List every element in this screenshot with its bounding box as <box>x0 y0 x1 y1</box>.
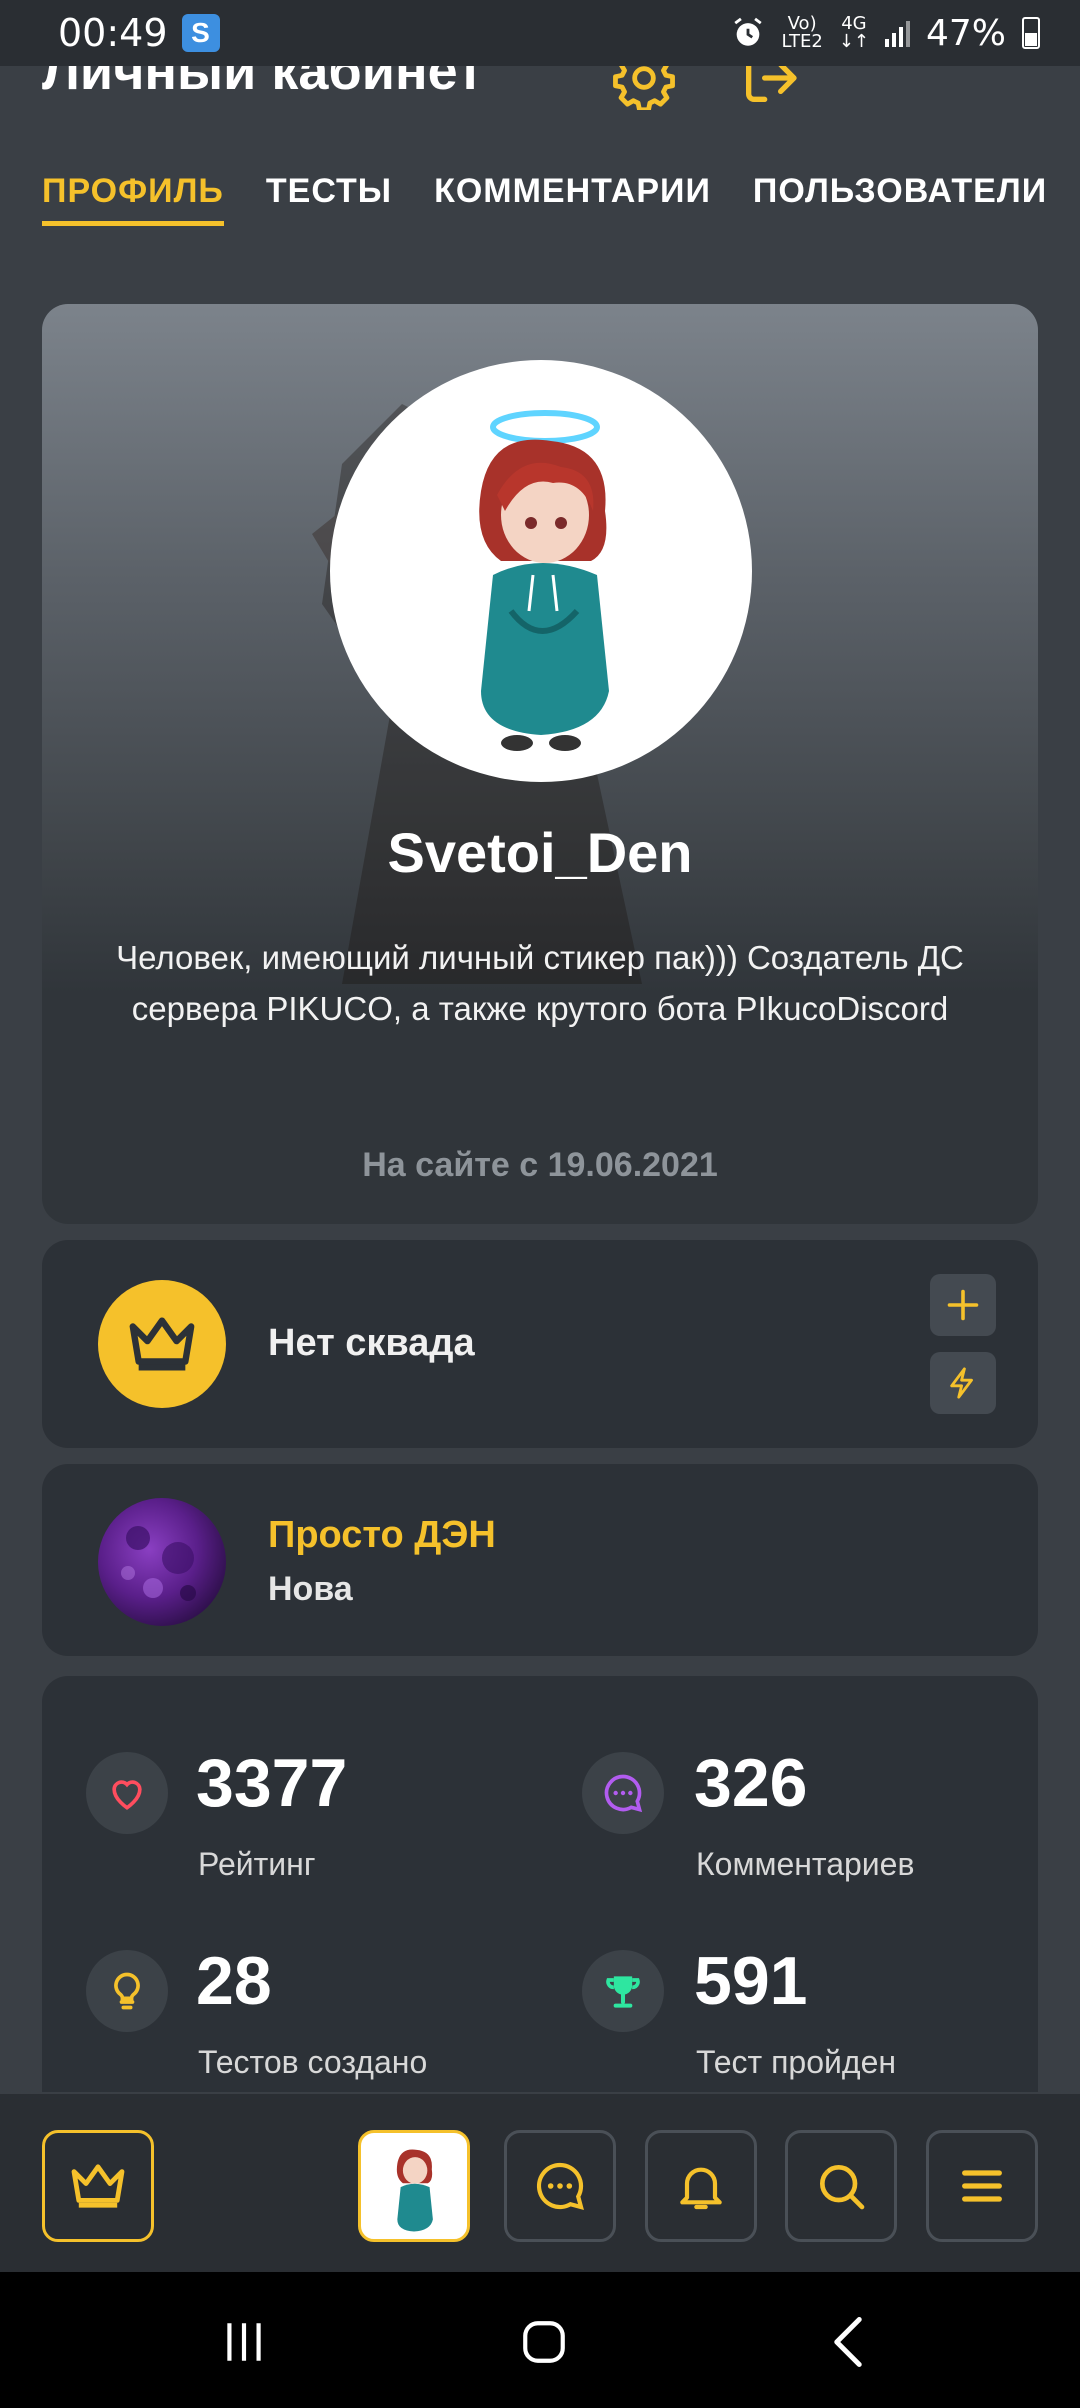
stats-card: 3377 Рейтинг 326 Комментариев 28 Тестов … <box>42 1676 1038 2096</box>
battery-icon <box>1022 17 1040 49</box>
nav-chat-button[interactable] <box>504 2130 616 2242</box>
tests-created-label: Тестов создано <box>198 2044 428 2080</box>
squad-crown-icon <box>98 1280 226 1408</box>
profile-username: Svetoi_Den <box>387 821 693 884</box>
alarm-icon <box>734 17 763 46</box>
trophy-icon <box>582 1950 664 2032</box>
system-navigation-bar <box>0 2272 1080 2408</box>
avatar-illustration <box>479 410 609 751</box>
heart-icon <box>86 1752 168 1834</box>
status-time: 00:49 <box>58 11 168 55</box>
rank-avatar <box>98 1498 226 1626</box>
bottom-navigation <box>0 2092 1080 2272</box>
profile-card: Svetoi_Den Человек, имеющий личный стике… <box>42 304 1038 1224</box>
avatar-thumbnail <box>396 2149 433 2232</box>
tests-created-value: 28 <box>196 1943 272 2019</box>
profile-avatar[interactable] <box>330 360 752 782</box>
member-since: На сайте с 19.06.2021 <box>362 1146 718 1184</box>
app-notification-icon: S <box>181 14 220 52</box>
home-icon <box>523 2321 565 2363</box>
home-button[interactable] <box>514 2312 574 2372</box>
rank-subtitle: Нова <box>268 1570 353 1608</box>
nav-profile-button[interactable] <box>358 2130 470 2242</box>
signal-icon <box>884 19 910 47</box>
status-indicators: Vo) LTE2 4G ↓↑ 47% <box>731 13 1040 54</box>
tab-bar: ПРОФИЛЬ ТЕСТЫ КОММЕНТАРИИ ПОЛЬЗОВАТЕЛИ <box>42 172 1047 226</box>
squad-card: Нет сквада <box>42 1240 1038 1448</box>
plus-icon <box>947 1289 979 1321</box>
rank-card[interactable]: Просто ДЭН Нова <box>42 1464 1038 1656</box>
lightning-icon <box>950 1367 973 1399</box>
profile-bio: Человек, имеющий личный стикер пак))) Со… <box>116 939 964 1027</box>
join-squad-button[interactable] <box>930 1352 996 1414</box>
tests-passed-label: Тест пройден <box>696 2044 897 2080</box>
nav-home-button[interactable] <box>42 2130 154 2242</box>
rating-value: 3377 <box>196 1745 348 1821</box>
tab-comments[interactable]: КОММЕНТАРИИ <box>434 172 711 226</box>
back-button[interactable] <box>818 2312 878 2372</box>
nav-search-button[interactable] <box>785 2130 897 2242</box>
create-squad-button[interactable] <box>930 1274 996 1336</box>
chat-icon <box>536 2162 584 2210</box>
lightbulb-icon <box>86 1950 168 2032</box>
hamburger-menu-icon <box>962 2170 1002 2202</box>
search-icon <box>820 2165 865 2210</box>
nav-notifications-button[interactable] <box>645 2130 757 2242</box>
tests-passed-value: 591 <box>694 1943 808 2019</box>
battery-percent: 47% <box>925 12 1006 54</box>
squad-status: Нет сквада <box>268 1322 475 1364</box>
recent-apps-button[interactable] <box>214 2312 274 2372</box>
tab-profile[interactable]: ПРОФИЛЬ <box>42 172 224 226</box>
tab-users[interactable]: ПОЛЬЗОВАТЕЛИ <box>753 172 1047 226</box>
nav-menu-button[interactable] <box>926 2130 1038 2242</box>
crown-icon <box>71 2164 125 2208</box>
volte-indicator: Vo) LTE2 <box>781 13 823 52</box>
back-icon <box>834 2317 862 2367</box>
rating-label: Рейтинг <box>198 1846 316 1882</box>
comment-icon <box>582 1752 664 1834</box>
bell-icon <box>680 2167 722 2210</box>
network-type-indicator: 4G ↓↑ <box>838 13 869 52</box>
rank-title: Просто ДЭН <box>268 1514 496 1556</box>
comments-label: Комментариев <box>696 1846 915 1882</box>
recent-apps-icon <box>227 2323 261 2361</box>
comments-value: 326 <box>694 1745 808 1821</box>
status-bar: 00:49 S Vo) LTE2 4G ↓↑ 47% <box>0 0 1080 66</box>
tab-tests[interactable]: ТЕСТЫ <box>266 172 392 226</box>
